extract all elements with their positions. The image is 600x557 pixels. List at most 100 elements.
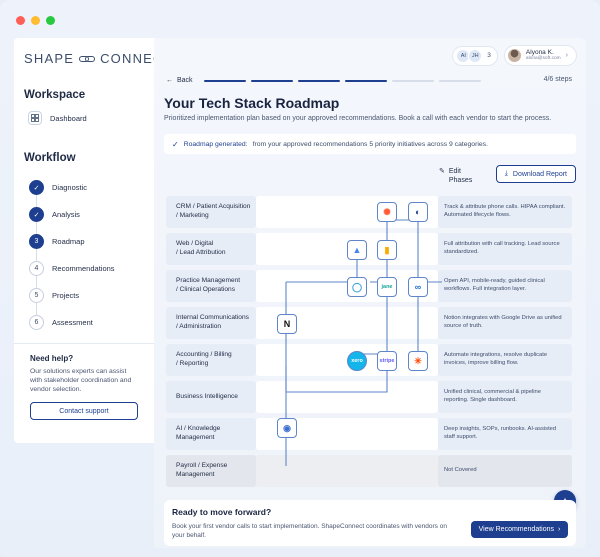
- stripe-logo[interactable]: stripe: [377, 351, 397, 371]
- category-label: Practice Management: [176, 277, 241, 285]
- cta-button-label: View Recommendations: [478, 526, 554, 533]
- description-cell: Automate integrations, resolve duplicate…: [438, 344, 572, 376]
- category-cell: Practice Management / Clinical Operations: [166, 270, 256, 302]
- hubspot-logo[interactable]: ✺: [377, 202, 397, 222]
- cta-panel: Ready to move forward? Book your first v…: [164, 500, 576, 546]
- category-label: / Marketing: [176, 212, 209, 219]
- download-label: Download Report: [512, 170, 567, 178]
- roadmap-row: Payroll / Expense Management Not Covered: [166, 455, 572, 487]
- category-cell: Web / Digital / Lead Attribution: [166, 233, 256, 265]
- step-assessment[interactable]: 6 Assessment: [29, 309, 115, 336]
- step-label: Analysis: [52, 210, 80, 219]
- description-cell: Deep insights, SOPs, runbooks. AI-assist…: [438, 418, 572, 450]
- help-title: Need help?: [30, 354, 74, 363]
- edit-label-line: Edit: [448, 168, 461, 175]
- zapier-logo[interactable]: ✳: [408, 351, 428, 371]
- view-recommendations-button[interactable]: View Recommendations ›: [471, 521, 568, 538]
- window-controls: [16, 16, 55, 25]
- category-label: Web / Digital: [176, 240, 214, 248]
- close-window-button[interactable]: [16, 16, 25, 25]
- step-number: 6: [29, 315, 44, 330]
- status-banner: ✓ Roadmap generated: from your approved …: [164, 134, 576, 154]
- analytics-logo[interactable]: ▮: [377, 240, 397, 260]
- minimize-window-button[interactable]: [31, 16, 40, 25]
- category-label: Business Intelligence: [176, 392, 238, 400]
- category-cell: Payroll / Expense Management: [166, 455, 256, 487]
- pencil-icon: ✎: [439, 168, 445, 175]
- category-label: / Lead Attribution: [176, 249, 226, 256]
- category-label: Management: [176, 434, 215, 441]
- callrail-logo[interactable]: ◐: [408, 202, 428, 222]
- step-roadmap[interactable]: 3 Roadmap: [29, 228, 115, 255]
- step-number: 4: [29, 261, 44, 276]
- sidebar-item-label: Dashboard: [50, 113, 87, 123]
- description-cell: Unified clinical, commercial & pipeline …: [438, 381, 572, 413]
- help-text: Our solutions experts can assist with st…: [30, 368, 132, 393]
- category-label: CRM / Patient Acquisition: [176, 203, 251, 211]
- chevron-right-icon: ›: [565, 52, 568, 59]
- avatar-count: 3: [487, 52, 491, 59]
- description-cell: Full attribution with call tracking. Lea…: [438, 233, 572, 265]
- practice-logo-1[interactable]: ◯: [347, 277, 367, 297]
- description-cell: Track & attribute phone calls. HIPAA com…: [438, 196, 572, 228]
- link-icon: [79, 55, 96, 63]
- jane-logo[interactable]: jane: [377, 277, 397, 297]
- category-label: / Administration: [176, 323, 222, 330]
- download-report-button[interactable]: ⤓ Download Report: [495, 165, 576, 183]
- cta-title: Ready to move forward?: [172, 507, 272, 517]
- brand-logo[interactable]: SHAPE CONNECT: [24, 51, 173, 66]
- chevron-right-icon: ›: [558, 526, 561, 533]
- contact-support-button[interactable]: Contact support: [30, 402, 138, 421]
- category-cell: AI / Knowledge Management: [166, 418, 256, 450]
- ai-logo[interactable]: ◉: [277, 418, 297, 438]
- user-info: Alyona K. alona@soft.com: [526, 49, 561, 61]
- step-number: 5: [29, 288, 44, 303]
- sidebar-item-dashboard[interactable]: Dashboard: [28, 111, 87, 125]
- roadmap-row: Business Intelligence Unified clinical, c…: [166, 381, 572, 413]
- step-count: 4/6 steps: [543, 76, 572, 83]
- user-menu[interactable]: Alyona K. alona@soft.com ›: [504, 46, 576, 65]
- check-icon: ✓: [29, 180, 44, 195]
- roadmap-row: CRM / Patient Acquisition / Marketing Trac…: [166, 196, 572, 228]
- vendor-cell: [256, 381, 438, 413]
- category-label: Management: [176, 471, 215, 478]
- workflow-steps: ✓ Diagnostic ✓ Analysis 3 Roadmap 4 Recommen…: [29, 174, 115, 336]
- progress-segment: [251, 80, 293, 82]
- notion-logo[interactable]: N: [277, 314, 297, 334]
- app-window: SHAPE CONNECT Workspace Dashboard Workfl…: [0, 0, 600, 557]
- practice-logo-2[interactable]: ∞: [408, 277, 428, 297]
- collaborators[interactable]: AI JH 3: [453, 46, 497, 65]
- page-subtitle: Prioritized implementation plan based on…: [164, 115, 552, 122]
- roadmap-row: Web / Digital / Lead Attribution Full attr…: [166, 233, 572, 265]
- step-diagnostic[interactable]: ✓ Diagnostic: [29, 174, 115, 201]
- back-label: Back: [177, 77, 193, 84]
- user-avatar: [507, 49, 521, 62]
- brand-left: SHAPE: [24, 51, 75, 66]
- progress-bar: [204, 80, 481, 82]
- category-cell: CRM / Patient Acquisition / Marketing: [166, 196, 256, 228]
- vendor-cell: [256, 455, 438, 487]
- help-panel: Need help? Our solutions experts can ass…: [14, 343, 154, 421]
- step-recommendations[interactable]: 4 Recommendations: [29, 255, 115, 282]
- check-icon: ✓: [172, 139, 179, 149]
- banner-label: Roadmap generated:: [183, 140, 248, 148]
- sidebar: SHAPE CONNECT Workspace Dashboard Workfl…: [14, 38, 172, 443]
- category-label: Internal Communications: [176, 314, 249, 322]
- category-label: Payroll / Expense: [176, 462, 228, 470]
- arrow-left-icon: ←: [166, 77, 173, 84]
- roadmap-row: AI / Knowledge Management Deep insights, S…: [166, 418, 572, 450]
- check-icon: ✓: [29, 207, 44, 222]
- progress-segment: [345, 80, 387, 82]
- xero-logo[interactable]: xero: [347, 351, 367, 371]
- step-projects[interactable]: 5 Projects: [29, 282, 115, 309]
- description-cell: Notion integrates with Google Drive as u…: [438, 307, 572, 339]
- roadmap-grid: Payroll / Expense Management Not Covered AI…: [166, 196, 572, 487]
- google-ads-logo[interactable]: ▲: [347, 240, 367, 260]
- roadmap-row: Internal Communications / Administration N…: [166, 307, 572, 339]
- back-button[interactable]: ← Back: [166, 77, 193, 84]
- category-label: Accounting / Billing: [176, 351, 232, 359]
- step-analysis[interactable]: ✓ Analysis: [29, 201, 115, 228]
- maximize-window-button[interactable]: [46, 16, 55, 25]
- edit-phases-button[interactable]: ✎ Edit Phases: [439, 168, 472, 186]
- category-cell: Accounting / Billing / Reporting: [166, 344, 256, 376]
